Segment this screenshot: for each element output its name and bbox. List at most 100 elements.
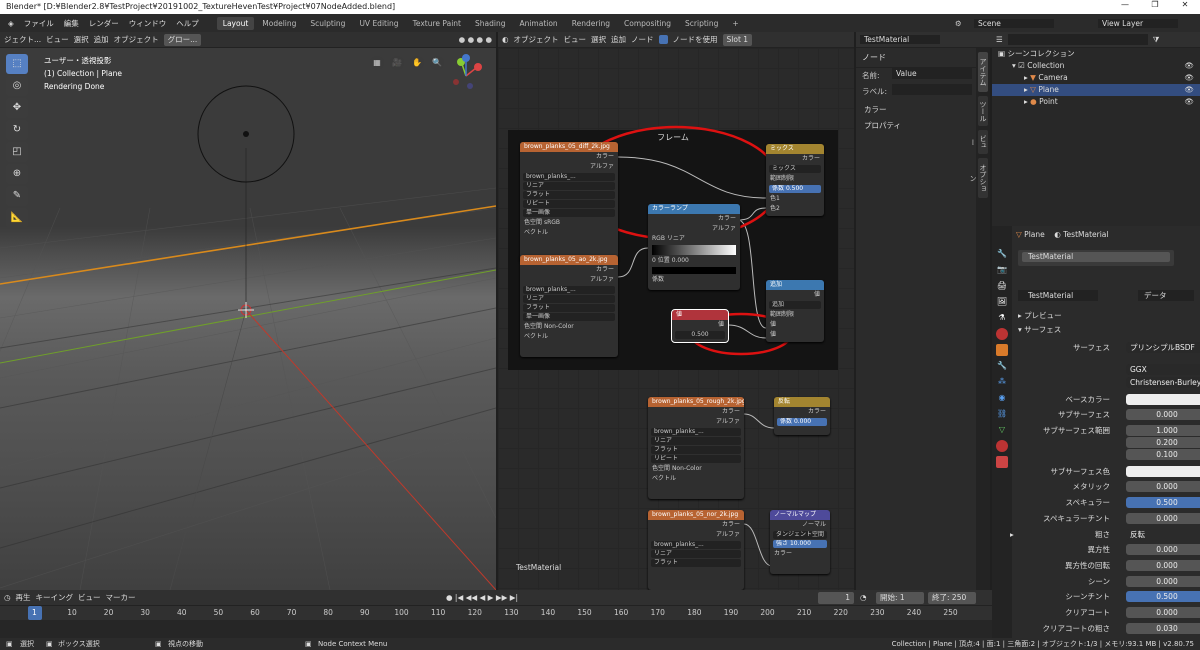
properties-section[interactable]: プロパティ: [864, 120, 901, 131]
mix-rgb-node[interactable]: ミックス カラー ミックス 範囲制限 係数 0.500 色1 色2: [766, 144, 824, 216]
outliner-search-input[interactable]: [1007, 34, 1148, 45]
transform-tool-icon[interactable]: ⊕: [6, 164, 28, 184]
distribution-dropdown[interactable]: GGX: [1126, 364, 1200, 375]
factor-value[interactable]: 0.000: [794, 418, 811, 425]
material-icon[interactable]: [996, 440, 1008, 452]
stop-index[interactable]: 0: [652, 257, 656, 264]
menu-file[interactable]: ファイル: [20, 18, 58, 29]
extension-dropdown[interactable]: リピート: [651, 455, 741, 463]
subsurface-radius-z[interactable]: 0.100: [1126, 449, 1200, 460]
node-menu-node[interactable]: ノード: [631, 34, 654, 45]
close-button[interactable]: ✕: [1170, 0, 1200, 14]
link-data-dropdown[interactable]: データ: [1138, 290, 1194, 301]
viewport-menu-add[interactable]: 追加: [94, 34, 109, 45]
rotate-tool-icon[interactable]: ↻: [6, 120, 28, 140]
stop-color-swatch[interactable]: [652, 267, 736, 274]
strength-value[interactable]: 10.000: [790, 540, 811, 547]
3d-viewport[interactable]: ⬚ ◎ ✥ ↻ ◰ ⊕ ✎ 📐 ユーザー・透視投影 (1) Collection…: [0, 48, 496, 590]
node-color-checkbox[interactable]: カラー: [864, 104, 887, 115]
node-menu-add[interactable]: 追加: [611, 34, 626, 45]
eye-icon[interactable]: 👁: [1184, 72, 1200, 84]
space-dropdown[interactable]: タンジェント空間: [773, 531, 827, 539]
invert-node[interactable]: 反転 カラー 係数 0.000: [774, 397, 830, 435]
operation-dropdown[interactable]: 追加: [769, 301, 821, 309]
blend-mode-dropdown[interactable]: ミックス: [769, 165, 821, 173]
hand-icon[interactable]: ✋: [410, 56, 424, 70]
source-dropdown[interactable]: 単一画像: [523, 313, 615, 321]
clock-icon[interactable]: ◔: [860, 593, 867, 602]
clearcoat-field[interactable]: 0.000: [1126, 607, 1200, 618]
move-tool-icon[interactable]: ✥: [6, 98, 28, 118]
scene-selector[interactable]: Scene: [974, 18, 1054, 28]
tab-item[interactable]: アイテム: [978, 52, 988, 92]
editor-type-icon[interactable]: ◐: [502, 35, 509, 44]
clamp-checkbox[interactable]: 範囲制限: [766, 174, 824, 184]
image-file-field[interactable]: brown_planks_...: [651, 428, 741, 436]
playback-controls[interactable]: ● |◀ ◀◀ ◀ ▶ ▶▶ ▶|: [446, 593, 518, 602]
projection-dropdown[interactable]: フラット: [523, 304, 615, 312]
material-name-field[interactable]: TestMaterial: [860, 35, 940, 44]
sheen-field[interactable]: 0.000: [1126, 576, 1200, 587]
subsurface-radius-x[interactable]: 1.000: [1126, 425, 1200, 436]
node-label-field[interactable]: [892, 84, 972, 95]
projection-dropdown[interactable]: フラット: [651, 559, 741, 567]
position-value[interactable]: 0.000: [672, 257, 689, 264]
physics-icon[interactable]: ◉: [996, 392, 1008, 404]
view-layer-icon[interactable]: 🖼: [996, 296, 1008, 308]
interpolation-dropdown[interactable]: リニア: [523, 295, 615, 303]
blender-logo-icon[interactable]: ◈: [4, 19, 18, 28]
color-ramp-node[interactable]: カラーランプ カラー アルファ RGB リニア 0 位置 0.000 係数: [648, 204, 740, 290]
constraints-icon[interactable]: ⛓: [996, 408, 1008, 420]
tab-modeling[interactable]: Modeling: [256, 17, 302, 30]
annotate-tool-icon[interactable]: ✎: [6, 186, 28, 206]
extension-dropdown[interactable]: リピート: [523, 200, 615, 208]
cursor-tool-icon[interactable]: ◎: [6, 76, 28, 96]
texture-icon[interactable]: [996, 456, 1008, 468]
projection-dropdown[interactable]: フラット: [651, 446, 741, 454]
timeline-editor-icon[interactable]: ◷: [4, 593, 11, 602]
scene-icon[interactable]: ⚗: [996, 312, 1008, 324]
shading-mode-icon[interactable]: ● ● ● ●: [459, 35, 492, 44]
colorspace-value[interactable]: Non-Color: [544, 323, 574, 330]
tab-layout[interactable]: Layout: [216, 16, 255, 30]
view-layer-selector[interactable]: View Layer: [1098, 18, 1178, 28]
subsurface-radius-y[interactable]: 0.200: [1126, 437, 1200, 448]
material-slot-list[interactable]: TestMaterial: [1018, 250, 1174, 266]
image-file-field[interactable]: brown_planks_...: [651, 541, 741, 549]
expand-icon[interactable]: ▸: [1010, 529, 1014, 541]
anisotropic-field[interactable]: 0.000: [1126, 544, 1200, 555]
object-icon[interactable]: [996, 344, 1008, 356]
value-field[interactable]: 0.500: [675, 331, 725, 339]
menu-window[interactable]: ウィンドウ: [125, 18, 171, 29]
ramp-interpolation[interactable]: リニア: [667, 235, 685, 242]
roughness-link[interactable]: 反転: [1126, 529, 1200, 540]
projection-dropdown[interactable]: フラット: [523, 191, 615, 199]
base-color-swatch[interactable]: [1126, 394, 1200, 405]
normal-map-node[interactable]: ノーマルマップ ノーマル タンジェント空間 強さ 10.000 カラー: [770, 510, 830, 574]
tab-options[interactable]: オプション: [969, 158, 988, 198]
timeline-menu-marker[interactable]: マーカー: [106, 592, 136, 603]
timeline-menu-view[interactable]: ビュー: [78, 592, 101, 603]
slot-selector[interactable]: Slot 1: [722, 33, 753, 46]
output-icon[interactable]: 🖨: [996, 280, 1008, 292]
outliner-row-camera[interactable]: ▸ ▼ Camera 👁: [992, 72, 1200, 84]
source-dropdown[interactable]: 単一画像: [523, 209, 615, 217]
image-texture-node-ao[interactable]: brown_planks_05_ao_2k.jpg カラー アルファ brown…: [520, 255, 618, 357]
particles-icon[interactable]: ⁂: [996, 376, 1008, 388]
outliner-editor-icon[interactable]: ☰: [996, 35, 1003, 44]
viewport-mode[interactable]: ジェクト...: [4, 34, 41, 45]
tool-settings-icon[interactable]: 🔧: [996, 248, 1008, 260]
tab-compositing[interactable]: Compositing: [618, 17, 677, 30]
menu-help[interactable]: ヘルプ: [172, 18, 203, 29]
tab-tool[interactable]: ツール: [978, 96, 988, 126]
specular-field[interactable]: 0.500: [1126, 497, 1200, 508]
viewport-menu-select[interactable]: 選択: [74, 34, 89, 45]
camera-icon[interactable]: 🎥: [390, 56, 404, 70]
colorspace-value[interactable]: Non-Color: [672, 465, 702, 472]
node-menu-select[interactable]: 選択: [591, 34, 606, 45]
node-name-field[interactable]: Value: [892, 68, 972, 79]
select-tool-icon[interactable]: ⬚: [6, 54, 28, 74]
node-object-mode[interactable]: オブジェクト: [514, 34, 559, 45]
render-icon[interactable]: 📷: [996, 264, 1008, 276]
grid-icon[interactable]: ▦: [370, 56, 384, 70]
